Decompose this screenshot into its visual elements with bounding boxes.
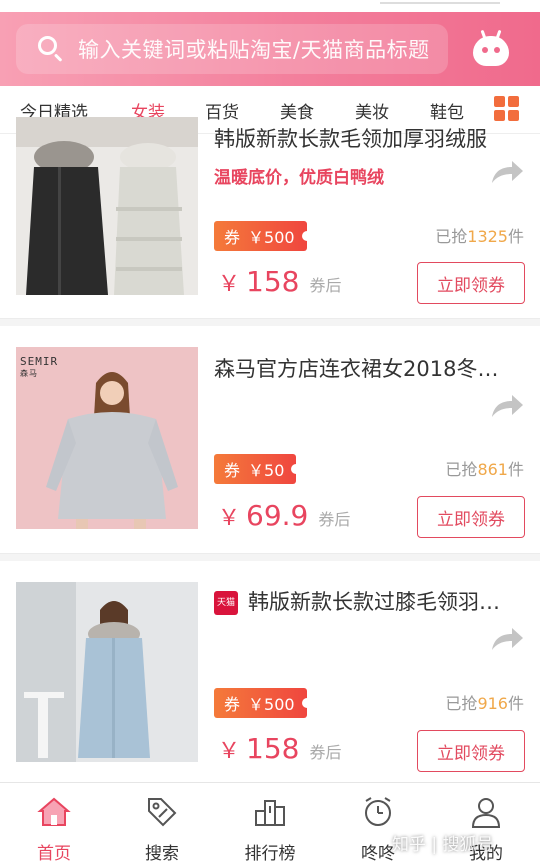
tag-icon: [148, 798, 177, 827]
product-card[interactable]: 天猫 韩版新款长款过膝毛领羽… 券 ￥500 已抢916件 ￥ 158 券后 立即…: [0, 562, 540, 782]
share-icon[interactable]: [490, 626, 524, 652]
tab-beauty[interactable]: 美妆: [355, 98, 389, 123]
nav-search[interactable]: 搜索: [108, 795, 216, 864]
product-card[interactable]: 韩版新款长款毛领加厚羽绒服 温暖底价，优质白鸭绒 券 ￥500 已抢1325件 …: [0, 117, 540, 318]
coupon-badge: 券 ￥50: [214, 454, 302, 484]
header-bar: 输入关键词或粘贴淘宝/天猫商品标题: [0, 0, 540, 86]
robot-icon[interactable]: [473, 29, 509, 66]
coupon-prefix: 券: [224, 228, 241, 247]
share-icon[interactable]: [490, 393, 524, 419]
coupon-badge: 券 ￥500: [214, 688, 312, 718]
tab-shoes-bags[interactable]: 鞋包: [430, 98, 464, 123]
alarm-clock-icon: [365, 797, 391, 826]
product-title[interactable]: 天猫 韩版新款长款过膝毛领羽…: [214, 586, 524, 616]
home-icon: [37, 797, 71, 826]
product-price: ￥ 158 券后: [218, 732, 342, 765]
user-icon: [471, 798, 501, 828]
sold-count: 已抢861件: [445, 460, 524, 479]
claim-coupon-button[interactable]: 立即领券: [417, 496, 525, 538]
search-input[interactable]: 输入关键词或粘贴淘宝/天猫商品标题: [16, 24, 448, 74]
product-title[interactable]: 韩版新款长款毛领加厚羽绒服: [214, 123, 524, 153]
product-price: ￥ 158 券后: [218, 265, 342, 298]
watermark: 知乎 | 搜狐号: [392, 835, 494, 855]
coupon-value: ￥500: [248, 228, 295, 247]
tab-food[interactable]: 美食: [280, 98, 314, 123]
product-subtitle: 温暖底价，优质白鸭绒: [214, 168, 384, 188]
share-icon[interactable]: [490, 159, 524, 185]
sold-count: 已抢1325件: [435, 227, 524, 246]
divider: [0, 318, 540, 326]
podium-icon: [255, 800, 285, 826]
nav-home[interactable]: 首页: [0, 795, 108, 864]
tmall-badge: 天猫: [214, 591, 238, 615]
coupon-badge: 券 ￥500: [214, 221, 312, 251]
tab-general-goods[interactable]: 百货: [205, 98, 239, 123]
product-image[interactable]: [16, 582, 198, 762]
search-icon: [38, 36, 64, 62]
divider: [0, 553, 540, 561]
product-title[interactable]: 森马官方店连衣裙女2018冬…: [214, 353, 524, 383]
app-screen: 输入关键词或粘贴淘宝/天猫商品标题 今日精选 女装 百货 美食 美妆 鞋包 韩版…: [0, 0, 540, 864]
product-image[interactable]: [16, 117, 198, 295]
brand-logo: SEMIR 森马: [20, 355, 59, 378]
product-image[interactable]: SEMIR 森马: [16, 347, 198, 529]
claim-coupon-button[interactable]: 立即领券: [417, 730, 525, 772]
claim-coupon-button[interactable]: 立即领券: [417, 262, 525, 304]
product-price: ￥ 69.9 券后: [218, 499, 351, 532]
product-card[interactable]: SEMIR 森马 森马官方店连衣裙女2018冬… 券 ￥50 已抢861件 ￥ …: [0, 327, 540, 553]
nav-ranking[interactable]: 排行榜: [216, 795, 324, 864]
sold-count: 已抢916件: [445, 694, 524, 713]
search-placeholder: 输入关键词或粘贴淘宝/天猫商品标题: [78, 38, 430, 62]
grid-menu-icon[interactable]: [494, 96, 520, 122]
